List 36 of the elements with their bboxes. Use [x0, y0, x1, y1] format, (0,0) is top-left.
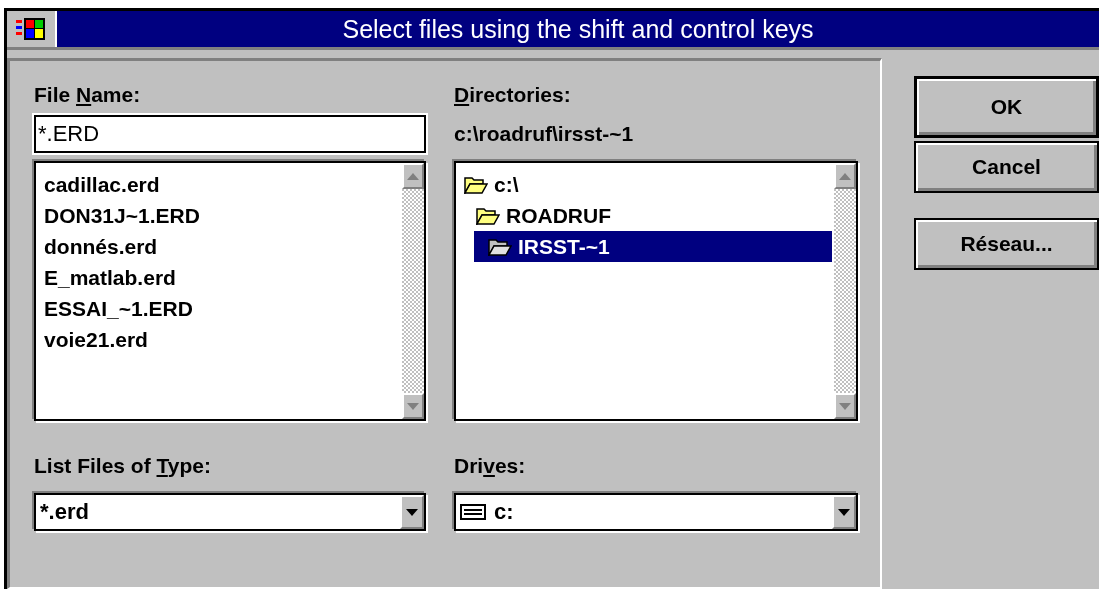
drive-dropdown[interactable]: c:: [454, 493, 858, 531]
file-item[interactable]: donnés.erd: [38, 231, 400, 262]
caret-icon: [838, 508, 850, 516]
file-name-field[interactable]: *.ERD: [34, 115, 426, 153]
drive-icon: [460, 504, 486, 520]
scroll-down-icon: [839, 402, 851, 410]
app-icon[interactable]: [16, 16, 46, 42]
window-title: Select files using the shift and control keys: [57, 11, 1099, 47]
folder-icon: [476, 206, 500, 225]
field-label: List Files of Type:: [34, 453, 212, 479]
directory-item[interactable]: IRSST-~1: [474, 231, 832, 262]
folder-icon: [488, 237, 512, 256]
field-label: Drives:: [454, 453, 527, 479]
dialog-button[interactable]: Réseau...: [914, 218, 1099, 270]
file-type-dropdown[interactable]: *.erd: [34, 493, 426, 531]
directory-path: c:\roadruf\irsst-~1: [454, 121, 635, 147]
scroll-down-icon: [407, 402, 419, 410]
file-item[interactable]: DON31J~1.ERD: [38, 200, 400, 231]
directory-item[interactable]: ROADRUF: [466, 200, 832, 231]
scroll-up-icon: [407, 172, 419, 180]
scroll-up-icon: [839, 172, 851, 180]
directory-list[interactable]: c:\ ROADRUF IRSST-~1: [454, 161, 858, 421]
file-item[interactable]: cadillac.erd: [38, 169, 400, 200]
directory-item[interactable]: c:\: [458, 169, 832, 200]
scrollbar[interactable]: [834, 163, 856, 419]
field-label: File Name:: [34, 82, 142, 108]
folder-icon: [464, 175, 488, 194]
field-label: Directories:: [454, 82, 572, 108]
dialog-button[interactable]: Cancel: [914, 141, 1099, 193]
file-item[interactable]: E_matlab.erd: [38, 262, 400, 293]
file-list[interactable]: cadillac.erd DON31J~1.ERD donnés.erd E_matlab.erd ESSAI_~1.ERD voie21.erd: [34, 161, 426, 421]
file-item[interactable]: voie21.erd: [38, 324, 400, 355]
file-item[interactable]: ESSAI_~1.ERD: [38, 293, 400, 324]
dialog-button[interactable]: OK: [914, 76, 1099, 138]
scrollbar[interactable]: [402, 163, 424, 419]
caret-icon: [406, 508, 418, 516]
